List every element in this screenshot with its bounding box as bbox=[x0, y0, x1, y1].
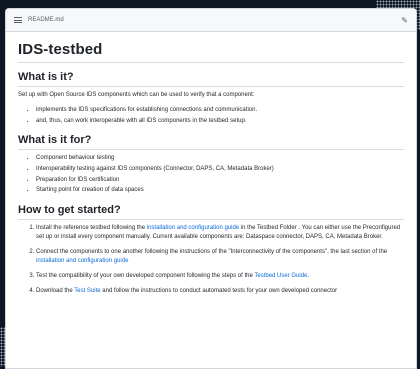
step-text: and follow the instructions to conduct a… bbox=[100, 287, 338, 294]
intro-text: Set up with Open Source IDS components w… bbox=[18, 92, 255, 98]
installation-guide-link[interactable]: installation and configuration guide bbox=[147, 225, 239, 231]
section-heading-for: What is it for? bbox=[18, 134, 404, 151]
list-item: Component behaviour testing bbox=[36, 154, 404, 163]
step-1: Install the reference testbed following … bbox=[36, 224, 404, 243]
step-3: Test the compatibility of your own devel… bbox=[36, 272, 404, 281]
test-suite-link[interactable]: Test Suite bbox=[74, 288, 100, 294]
step-4: Download the Test Suite and follow the i… bbox=[36, 287, 404, 296]
step-text: . bbox=[307, 272, 310, 279]
readme-content: IDS-testbed What is it? Set up with Open… bbox=[6, 32, 416, 296]
list-item: Preparation for IDS certification bbox=[36, 176, 404, 185]
file-header: README.md ✎ bbox=[6, 9, 416, 32]
step-2: Connect the components to one another fo… bbox=[36, 248, 404, 267]
testbed-user-guide-link[interactable]: Testbed User Guide bbox=[254, 273, 307, 279]
list-item: and, thus, can work interoperable with a… bbox=[36, 117, 404, 126]
readme-card: README.md ✎ IDS-testbed What is it? Set … bbox=[5, 8, 417, 369]
section-heading-what: What is it? bbox=[18, 71, 404, 87]
step-text: Download the bbox=[36, 287, 75, 294]
steps-list: Install the reference testbed following … bbox=[18, 224, 404, 296]
section-heading-start: How to get started? bbox=[18, 204, 404, 220]
list-item: Starting point for creation of data spac… bbox=[36, 186, 404, 195]
installation-guide-link[interactable]: installation and configuration guide bbox=[36, 258, 128, 264]
file-name: README.md bbox=[28, 17, 64, 23]
list-icon[interactable] bbox=[14, 17, 22, 23]
pencil-icon[interactable]: ✎ bbox=[401, 16, 408, 25]
page-title: IDS-testbed bbox=[18, 41, 404, 63]
for-list: Component behaviour testing Interoperabi… bbox=[18, 154, 404, 196]
list-item: implements the IDS specifications for es… bbox=[36, 106, 404, 115]
step-text: Install the reference testbed following … bbox=[36, 224, 147, 231]
what-list: implements the IDS specifications for es… bbox=[18, 106, 404, 126]
step-text: Connect the components to one another fo… bbox=[36, 248, 388, 255]
step-text: Test the compatibility of your own devel… bbox=[36, 272, 255, 279]
list-item: Interoperability testing against IDS com… bbox=[36, 165, 404, 174]
